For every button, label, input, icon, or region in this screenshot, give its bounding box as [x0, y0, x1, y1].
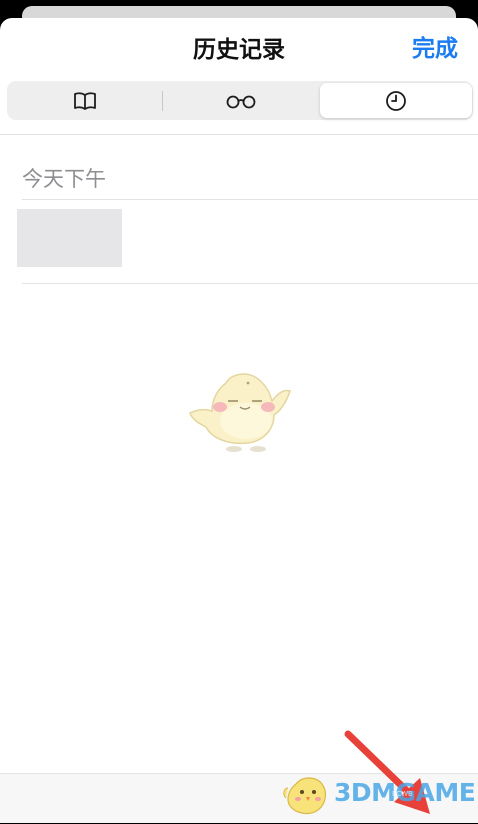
chick-logo [283, 777, 327, 815]
history-item[interactable] [0, 200, 478, 283]
tab-reading-list[interactable] [165, 83, 317, 118]
segment-divider [162, 91, 163, 111]
history-item-thumbnail [17, 209, 122, 267]
glasses-icon [226, 95, 256, 108]
done-button[interactable]: 完成 [412, 34, 458, 64]
header-divider [0, 134, 478, 135]
row-divider [22, 283, 478, 284]
page-title: 历史记录 [193, 37, 285, 63]
clock-icon [386, 90, 406, 111]
site-watermark: 3DMGAME PCWB [282, 752, 478, 820]
book-icon [74, 91, 96, 110]
watermark-subtext: PCWB [392, 790, 413, 798]
tab-history[interactable] [320, 83, 472, 118]
segmented-control [7, 81, 473, 120]
tab-bookmarks[interactable] [9, 83, 161, 118]
history-sheet: 历史记录 完成 今天下午 [0, 18, 478, 823]
mascot-watermark-image [186, 363, 298, 463]
section-header: 今天下午 [22, 167, 106, 191]
